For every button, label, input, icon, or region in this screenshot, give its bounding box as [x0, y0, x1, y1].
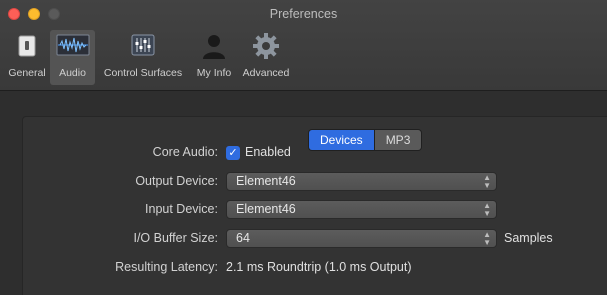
chevron-up-down-icon: ▲ ▼	[483, 172, 491, 190]
person-silhouette-icon	[203, 35, 225, 59]
io-buffer-size-popup[interactable]: 64 ▲ ▼	[226, 229, 497, 248]
input-device-label: Input Device:	[145, 202, 218, 216]
input-device-popup[interactable]: Element46 ▲ ▼	[226, 200, 497, 219]
toolbar-label-advanced: Advanced	[242, 67, 290, 79]
resulting-latency-label: Resulting Latency:	[115, 260, 218, 274]
output-device-popup[interactable]: Element46 ▲ ▼	[226, 172, 497, 191]
tab-control: Devices MP3	[308, 129, 423, 151]
resulting-latency-value: 2.1 ms Roundtrip (1.0 ms Output)	[226, 260, 412, 274]
audio-waveform-icon	[56, 34, 89, 56]
audio-preferences-content: Devices MP3 Core Audio: ✓ Enabled Output…	[0, 91, 607, 295]
toolbar-item-audio[interactable]: Audio	[50, 30, 95, 85]
toolbar-label-control-surfaces: Control Surfaces	[103, 67, 183, 79]
switch-icon	[18, 35, 36, 57]
title-bar: Preferences General Audio Control Surfac…	[0, 0, 607, 91]
input-device-value: Element46	[236, 202, 296, 216]
mixer-faders-icon	[131, 34, 155, 56]
io-buffer-unit-label: Samples	[504, 231, 553, 245]
toolbar-label-my-info: My Info	[196, 67, 232, 79]
output-device-label: Output Device:	[135, 174, 218, 188]
toolbar-item-general[interactable]: General	[6, 30, 48, 85]
chevron-up-down-icon: ▲ ▼	[483, 229, 491, 247]
gear-icon	[253, 33, 279, 59]
chevron-up-down-icon: ▲ ▼	[483, 200, 491, 218]
core-audio-enabled-checkbox[interactable]: ✓	[226, 146, 240, 160]
io-buffer-size-value: 64	[236, 231, 250, 245]
window-title: Preferences	[269, 7, 338, 21]
preferences-window: Preferences General Audio Control Surfac…	[0, 0, 607, 295]
output-device-value: Element46	[236, 174, 296, 188]
tab-mp3[interactable]: MP3	[373, 130, 422, 150]
toolbar-item-control-surfaces[interactable]: Control Surfaces	[96, 30, 190, 85]
core-audio-enabled-label: Enabled	[245, 145, 291, 159]
toolbar-label-general: General	[8, 67, 46, 79]
io-buffer-size-label: I/O Buffer Size:	[133, 231, 218, 245]
core-audio-label: Core Audio:	[152, 145, 218, 159]
toolbar-item-my-info[interactable]: My Info	[190, 30, 238, 85]
tab-devices[interactable]: Devices	[309, 130, 374, 150]
toolbar-label-audio: Audio	[59, 67, 86, 79]
toolbar-item-advanced[interactable]: Advanced	[238, 30, 294, 85]
